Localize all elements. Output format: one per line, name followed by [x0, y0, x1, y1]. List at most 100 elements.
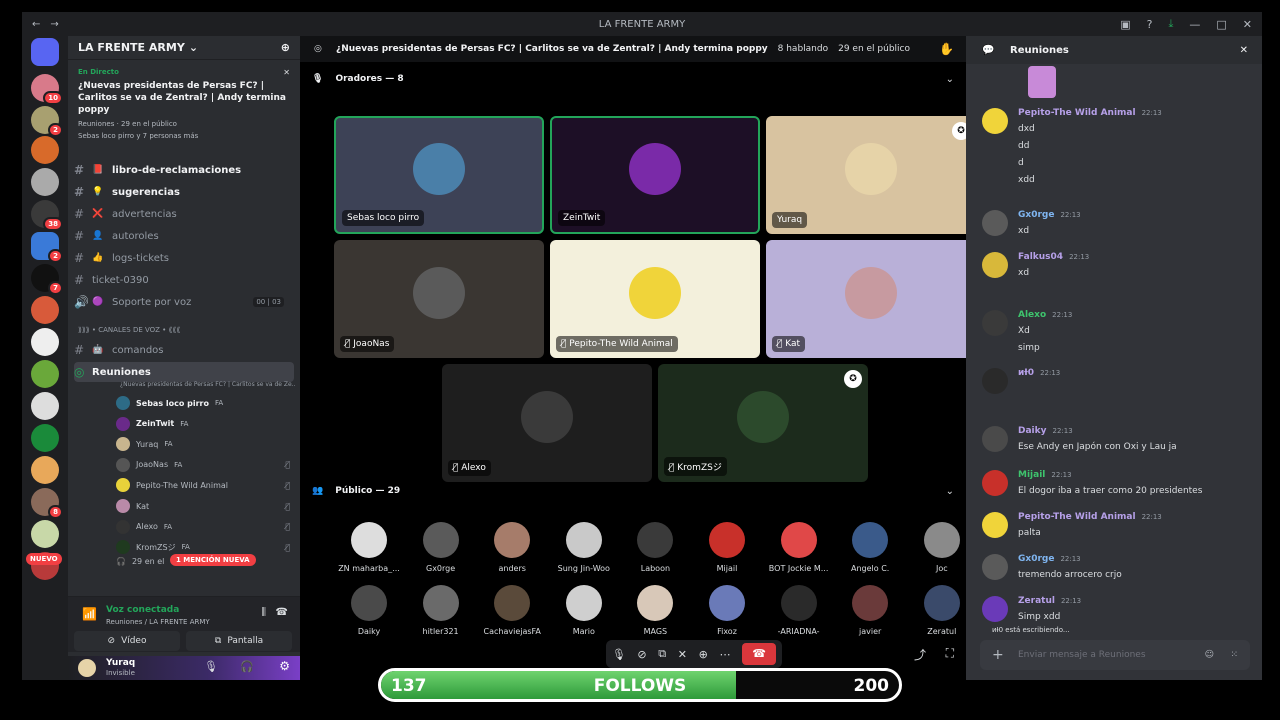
video-off-icon[interactable]: ⊘: [637, 648, 646, 661]
avatar[interactable]: [982, 470, 1008, 496]
speaker-tile[interactable]: Yuraq ✪: [766, 116, 976, 234]
speaker-tile[interactable]: 🎙̸ Alexo: [442, 364, 652, 482]
add-member-icon[interactable]: ⊕: [281, 41, 290, 54]
gear-icon[interactable]: ⚙: [279, 659, 290, 673]
server-icon[interactable]: 8: [31, 488, 63, 519]
channel-autoroles[interactable]: # 👤 autoroles: [74, 226, 294, 246]
channel-logs-tickets[interactable]: # 👍 logs-tickets: [74, 248, 294, 268]
channel-libro[interactable]: # 📕 libro-de-reclamaciones: [74, 160, 294, 180]
forward-arrow-icon[interactable]: →: [50, 19, 58, 30]
speaker-tile[interactable]: 🎙̸ Kat: [766, 240, 976, 358]
headphones-icon[interactable]: 🎧: [240, 660, 254, 673]
fullscreen-icon[interactable]: ⛶: [946, 646, 954, 661]
audience-member[interactable]: hitler321: [406, 585, 476, 636]
disconnect-icon[interactable]: ☎: [276, 607, 288, 618]
apps-icon[interactable]: ⁙: [1230, 640, 1238, 670]
audience-member[interactable]: BOT Jockie M...: [764, 522, 834, 573]
mute-all-icon[interactable]: ✕: [678, 648, 687, 661]
close-icon[interactable]: ✕: [1243, 18, 1252, 31]
speaker-tile[interactable]: 🎙̸ JoaoNas: [334, 240, 544, 358]
message-author[interactable]: Pepito-The Wild Animal 22:13: [1018, 108, 1162, 118]
voice-user[interactable]: Kat 🎙̸: [116, 497, 296, 515]
mic-icon[interactable]: 🎙: [204, 660, 218, 673]
popout-icon[interactable]: ⤴: [914, 646, 926, 663]
message-input[interactable]: + Enviar mensaje a Reuniones ☺ ⁙: [980, 640, 1250, 670]
server-icon[interactable]: 2: [31, 106, 63, 137]
chevron-down-icon[interactable]: ⌄: [946, 74, 954, 85]
server-icon[interactable]: [31, 296, 59, 324]
message-author[interactable]: Falkus04 22:13: [1018, 252, 1089, 262]
server-icon[interactable]: 38: [31, 200, 63, 231]
close-icon[interactable]: ✕: [283, 68, 290, 77]
leave-stage-button[interactable]: ☎: [742, 643, 777, 665]
channel-soporte-voz[interactable]: 🔊 🟣 Soporte por voz 00 | 03: [74, 292, 294, 312]
channel-advertencias[interactable]: # ❌ advertencias: [74, 204, 294, 224]
plus-icon[interactable]: +: [992, 640, 1004, 670]
message-author[interactable]: Zeratul 22:13: [1018, 596, 1081, 606]
message-author[interactable]: Gx0rge 22:13: [1018, 210, 1081, 220]
audience-member[interactable]: CachaviejasFA: [477, 585, 547, 636]
channel-sugerencias[interactable]: # 💡 sugerencias: [74, 182, 294, 202]
server-icon[interactable]: [31, 168, 59, 196]
audience-member[interactable]: Mario: [549, 585, 619, 636]
audience-member[interactable]: Sung Jin-Woo: [549, 522, 619, 573]
live-event-card[interactable]: En Directo ¿Nuevas presidentas de Persas…: [72, 64, 296, 148]
speaker-tile[interactable]: Sebas loco pirro: [334, 116, 544, 234]
speaker-tile[interactable]: 🎙̸ KromZSジ ✪: [658, 364, 868, 482]
channel-comandos[interactable]: # 🤖 comandos: [74, 340, 294, 360]
voice-user[interactable]: Yuraq FA: [116, 435, 296, 453]
audience-member[interactable]: Mijail: [692, 522, 762, 573]
server-icon[interactable]: [31, 456, 59, 484]
voice-user[interactable]: ZeinTwit FA: [116, 415, 296, 433]
back-arrow-icon[interactable]: ←: [32, 19, 40, 30]
video-button[interactable]: ⊘ Vídeo: [74, 631, 180, 651]
audience-member[interactable]: Fixoz: [692, 585, 762, 636]
server-icon[interactable]: [31, 136, 59, 164]
server-icon[interactable]: [31, 328, 59, 356]
emoji-icon[interactable]: ☺: [1205, 640, 1214, 670]
audience-member[interactable]: anders: [477, 522, 547, 573]
audience-member[interactable]: -ARIADNA-: [764, 585, 834, 636]
voice-category[interactable]: ⟫⟫⟫ • CANALES DE VOZ • ⟪⟪⟪: [78, 326, 180, 334]
help-icon[interactable]: ?: [1147, 18, 1153, 31]
screen-share-icon[interactable]: ⧉: [658, 647, 666, 661]
message-author[interactable]: Alexo 22:13: [1018, 310, 1072, 320]
voice-user[interactable]: JoaoNas FA 🎙̸: [116, 456, 296, 474]
mention-pill[interactable]: 1 MENCIÓN NUEVA: [170, 554, 256, 566]
invite-icon[interactable]: ⊕: [699, 648, 708, 661]
voice-location[interactable]: Reuniones / LA FRENTE ARMY: [106, 618, 210, 626]
message-author[interactable]: ᴎƗ0 22:13: [1018, 368, 1060, 378]
avatar[interactable]: [982, 368, 1008, 394]
avatar[interactable]: [78, 659, 96, 677]
speakers-header[interactable]: 🎙 Oradores — 8: [312, 74, 404, 84]
speaker-tile[interactable]: 🎙̸ Pepito-The Wild Animal: [550, 240, 760, 358]
mic-icon[interactable]: 🎙: [612, 648, 626, 661]
server-icon[interactable]: 2: [31, 232, 63, 263]
chevron-down-icon[interactable]: ⌄: [946, 486, 954, 497]
voice-user[interactable]: Pepito-The Wild Animal 🎙̸: [116, 476, 296, 494]
soundboard-icon[interactable]: ⫼: [261, 607, 266, 618]
username[interactable]: Yuraq: [106, 658, 135, 668]
more-icon[interactable]: ⋯: [720, 648, 731, 661]
avatar[interactable]: [982, 108, 1008, 134]
server-icon[interactable]: [31, 392, 59, 420]
public-header[interactable]: 👥 Público — 29: [312, 486, 400, 496]
message-author[interactable]: Mijail 22:13: [1018, 470, 1072, 480]
server-header[interactable]: LA FRENTE ARMY ⌄ ⊕: [68, 36, 300, 60]
channel-ticket[interactable]: # ticket-0390: [74, 270, 294, 290]
minimize-icon[interactable]: —: [1189, 18, 1200, 31]
server-icon[interactable]: [31, 424, 59, 452]
server-icon[interactable]: 7: [31, 264, 63, 295]
server-icon[interactable]: [31, 520, 59, 548]
audience-member[interactable]: MAGS: [620, 585, 690, 636]
audience-member[interactable]: Daiky: [334, 585, 404, 636]
audience-member[interactable]: javier: [835, 585, 905, 636]
audience-member[interactable]: Laboon: [620, 522, 690, 573]
avatar[interactable]: [982, 426, 1008, 452]
voice-user[interactable]: Alexo FA 🎙̸: [116, 518, 296, 536]
avatar[interactable]: [982, 252, 1008, 278]
screen-share-button[interactable]: ⧉ Pantalla: [186, 631, 292, 651]
audience-member[interactable]: Angelo C.: [835, 522, 905, 573]
channel-reuniones[interactable]: ◎ Reuniones: [74, 362, 294, 382]
message-author[interactable]: Pepito-The Wild Animal 22:13: [1018, 512, 1162, 522]
